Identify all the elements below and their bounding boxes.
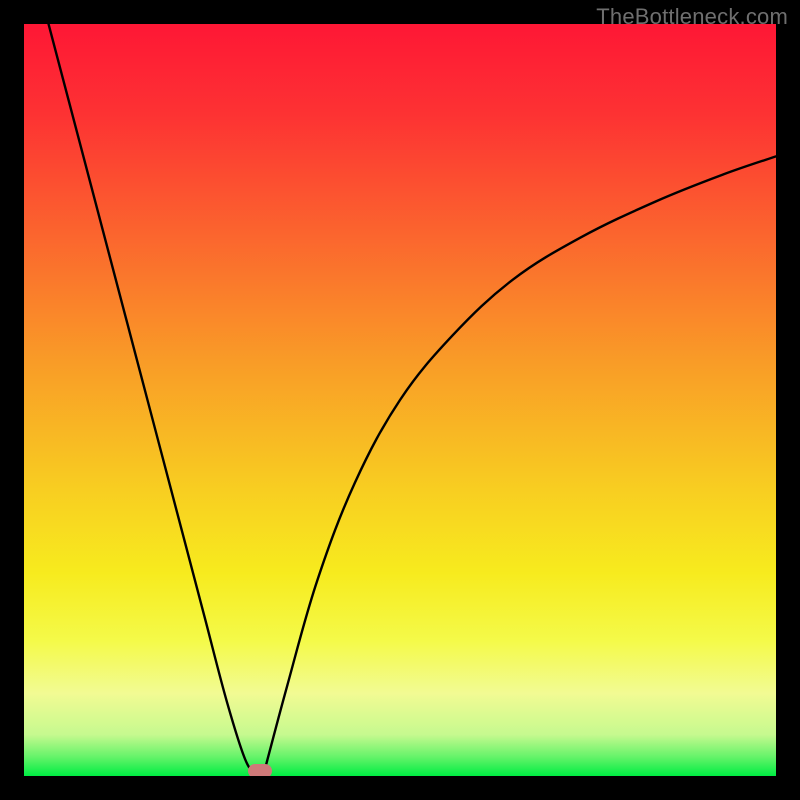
chart-frame [24,24,776,776]
curve-left-branch [47,24,259,776]
watermark-text: TheBottleneck.com [596,4,788,30]
bottleneck-marker [248,764,272,776]
curve-right-branch [263,156,776,776]
curve-layer [24,24,776,776]
